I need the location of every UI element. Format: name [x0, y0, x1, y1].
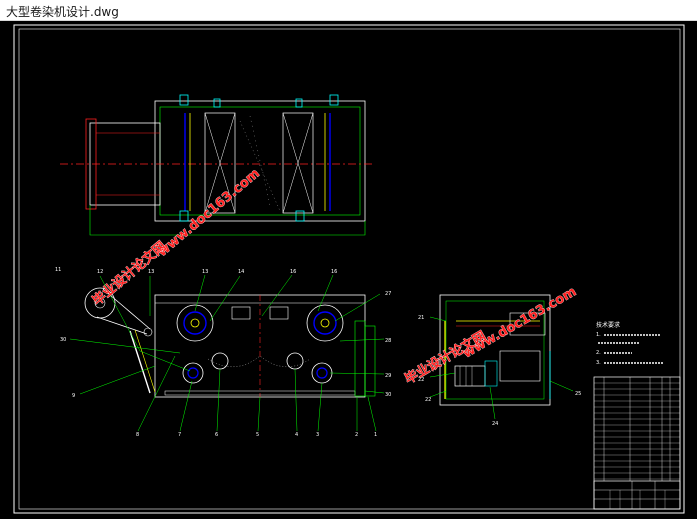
note-item-2: 2. — [596, 350, 601, 356]
balloon-label: 16 — [290, 269, 296, 275]
cloth-roller-right — [306, 304, 344, 342]
balloon-label: 1 — [374, 432, 377, 438]
drawing-canvas[interactable]: 技术要求 1. 2. 3. 11 12 13 13 14 16 16 27 28… — [0, 21, 697, 519]
balloon-label: 21 — [418, 315, 424, 321]
balloon-label: 2 — [355, 432, 358, 438]
note-item-3: 3. — [596, 360, 601, 366]
top-view-housing — [154, 100, 366, 222]
balloon-label: 12 — [97, 269, 103, 275]
balloon-label: 9 — [72, 393, 75, 399]
balloon-label: 13 — [148, 269, 154, 275]
balloon-label: 7 — [178, 432, 181, 438]
parts-list — [593, 376, 681, 510]
balloon-label: 3 — [316, 432, 319, 438]
notes-heading: 技术要求 — [596, 321, 620, 329]
technical-notes: 技术要求 1. 2. 3. — [596, 321, 664, 366]
balloon-label: 30 — [60, 337, 66, 343]
note-item-1: 1. — [596, 332, 601, 338]
window-title: 大型卷染机设计.dwg — [6, 5, 119, 19]
balloon-label: 5 — [256, 432, 259, 438]
watermark-site: www.doc163.com — [155, 166, 263, 260]
balloon-label: 8 — [136, 432, 139, 438]
balloon-label: 29 — [385, 373, 391, 379]
balloon-label: 13 — [202, 269, 208, 275]
balloon-label: 24 — [492, 421, 498, 427]
balloon-label: 6 — [215, 432, 218, 438]
balloon-label: 16 — [331, 269, 337, 275]
cad-drawing: 技术要求 1. 2. 3. 11 12 13 13 14 16 16 27 28… — [13, 24, 685, 514]
balloon-label: 28 — [385, 338, 391, 344]
watermarks: www.doc163.com 毕业设计论文网 www.doc163.com 毕业… — [89, 166, 580, 388]
balloon-label: 27 — [385, 291, 391, 297]
title-bar: 大型卷染机设计.dwg — [0, 0, 697, 21]
balloon-label: 25 — [575, 391, 581, 397]
motor — [454, 365, 486, 387]
balloon-label: 30 — [385, 392, 391, 398]
balloon-label: 14 — [238, 269, 244, 275]
balloon-labels: 11 12 13 13 14 16 16 27 28 29 30 30 9 8 … — [55, 267, 581, 438]
balloon-label: 11 — [55, 267, 61, 273]
balloon-label: 4 — [295, 432, 298, 438]
watermark-site: www.doc163.com — [461, 284, 580, 361]
outer-frame — [13, 24, 685, 514]
title-block — [593, 480, 681, 510]
balloon-label: 22 — [425, 397, 431, 403]
front-view — [69, 274, 385, 432]
